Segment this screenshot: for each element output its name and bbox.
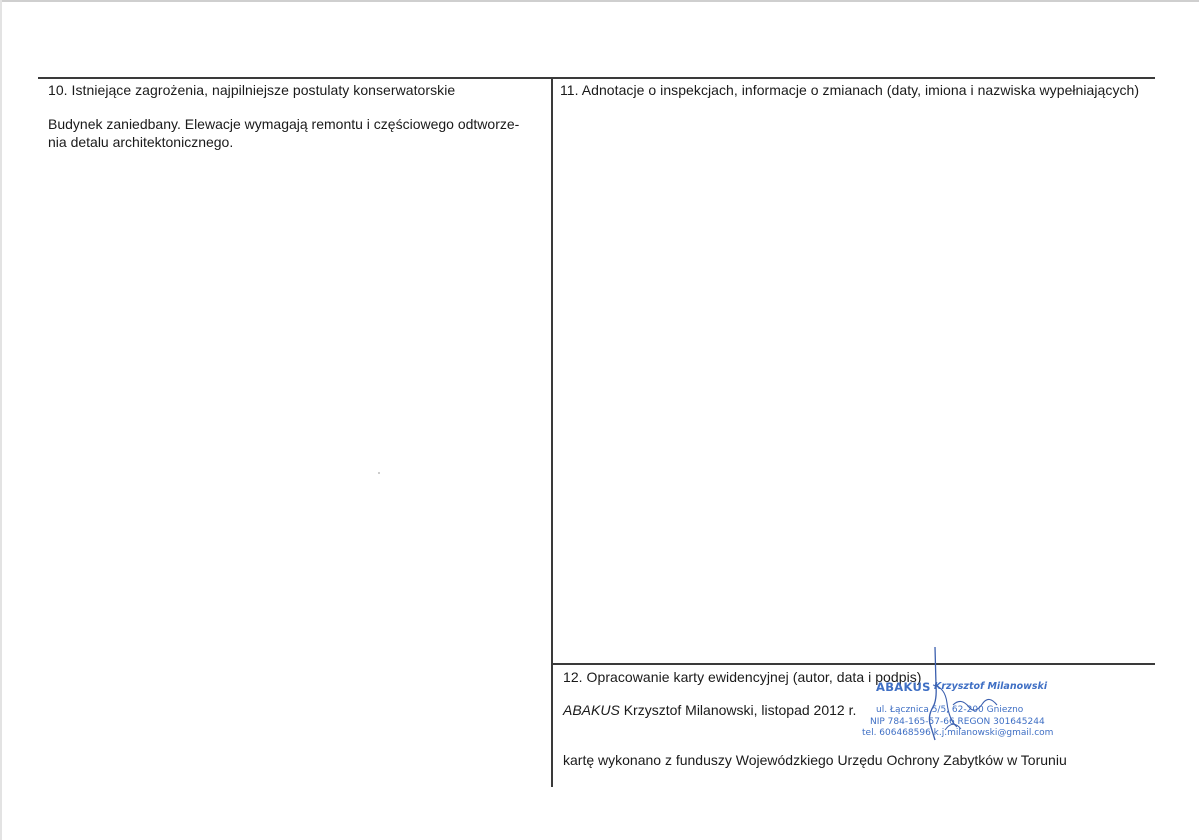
- section-12-rule: [551, 663, 1155, 665]
- page-edge-top: [0, 0, 1199, 2]
- author-company: ABAKUS: [563, 702, 620, 718]
- section-12-author: ABAKUS Krzysztof Milanowski, listopad 20…: [563, 701, 856, 719]
- section-10-body-line-2: nia detalu architektonicznego.: [48, 134, 234, 150]
- section-10-body-line-1: Budynek zaniedbany. Elewacje wymagają re…: [48, 116, 520, 132]
- section-10-heading: 10. Istniejące zagrożenia, najpilniejsze…: [48, 82, 456, 98]
- column-divider: [551, 77, 553, 787]
- section-11-heading: 11. Adnotacje o inspekcjach, informacje …: [560, 82, 1140, 98]
- top-rule: [38, 77, 1155, 79]
- signature: [928, 646, 998, 741]
- author-name-date: Krzysztof Milanowski, listopad 2012 r.: [619, 702, 857, 718]
- page-edge-left: [0, 0, 2, 840]
- scan-speck: [378, 472, 380, 474]
